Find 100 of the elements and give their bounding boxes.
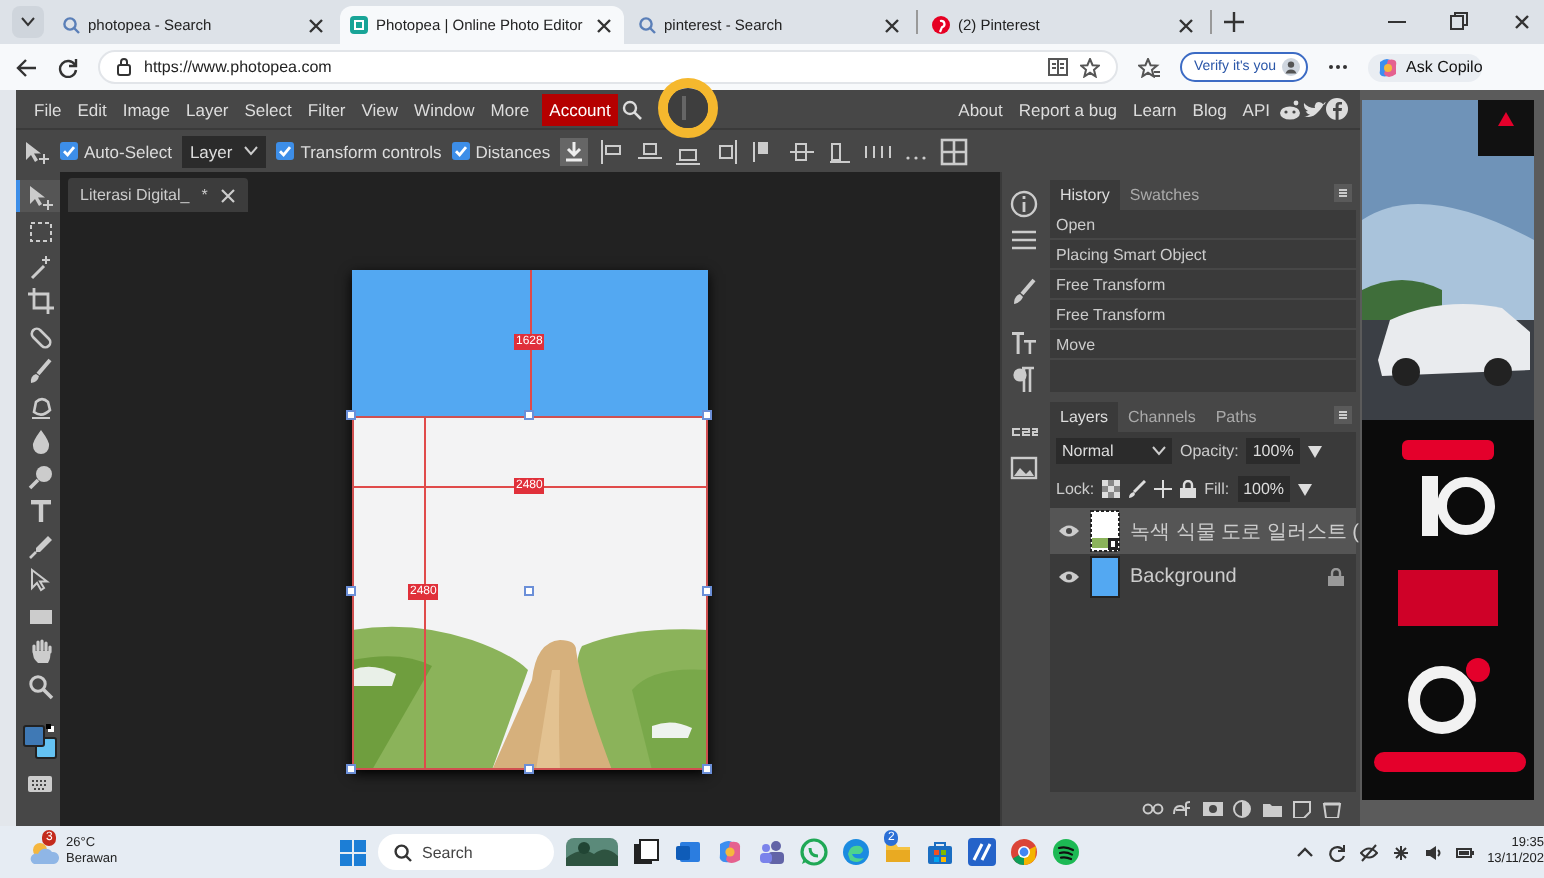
star-icon[interactable]	[1080, 57, 1100, 77]
menu-item[interactable]: Image	[114, 99, 178, 119]
transform-handle[interactable]	[346, 409, 356, 419]
close-icon[interactable]	[1176, 15, 1196, 35]
color-swatches-icon[interactable]	[22, 723, 58, 759]
transform-handle[interactable]	[524, 763, 534, 773]
chat-bubble-icon[interactable]	[800, 838, 828, 866]
new-tab-icon[interactable]	[1224, 12, 1244, 32]
info-icon[interactable]	[1009, 190, 1037, 218]
lock-pixels-icon[interactable]	[1102, 480, 1121, 498]
checkbox[interactable]	[276, 142, 295, 160]
reader-icon[interactable]	[1048, 58, 1068, 76]
folder-icon[interactable]	[1262, 800, 1284, 818]
menu-link[interactable]: Learn	[1125, 99, 1185, 119]
trash-icon[interactable]	[1322, 800, 1344, 818]
history-item[interactable]: Move	[1050, 330, 1356, 360]
panel-tab[interactable]: Swatches	[1119, 180, 1210, 210]
menu-item[interactable]: More	[482, 99, 538, 119]
transform-handle[interactable]	[524, 585, 534, 595]
favorites-icon[interactable]	[1138, 57, 1160, 77]
transform-handle[interactable]	[702, 585, 712, 595]
effects-icon[interactable]	[1172, 800, 1194, 818]
transform-handle[interactable]	[702, 409, 712, 419]
speaker-icon[interactable]	[1423, 843, 1442, 861]
lock-icon[interactable]	[1180, 480, 1197, 498]
chevron-up-icon[interactable]	[1295, 843, 1314, 861]
brush-icon[interactable]	[1128, 480, 1147, 498]
distribute-icon[interactable]	[826, 137, 855, 165]
slash-app-icon[interactable]	[968, 838, 996, 866]
eye-icon[interactable]	[1058, 524, 1080, 538]
panel-menu-icon[interactable]	[1334, 184, 1352, 202]
sync-icon[interactable]	[1327, 843, 1346, 861]
align-icon[interactable]	[636, 137, 665, 165]
document-tab[interactable]: Literasi Digital_ *	[68, 178, 248, 212]
eye-off-icon[interactable]	[1359, 843, 1378, 861]
panel-tab[interactable]: Channels	[1118, 402, 1206, 432]
dropdown-icon[interactable]	[1298, 483, 1313, 495]
menu-item[interactable]: Edit	[69, 99, 115, 119]
grid-icon[interactable]	[940, 137, 969, 165]
keyboard-icon[interactable]	[28, 776, 52, 792]
browser-icon[interactable]	[842, 838, 870, 866]
transform-handle[interactable]	[346, 763, 356, 773]
character-icon[interactable]	[1009, 330, 1037, 358]
battery-icon[interactable]	[1455, 843, 1474, 861]
reload-icon[interactable]	[58, 57, 78, 77]
layer-row[interactable]: 녹색 식물 도로 일러스트 (	[1050, 508, 1356, 554]
bird-icon[interactable]	[1302, 99, 1326, 119]
cloud-icon[interactable]	[28, 840, 60, 864]
checkbox[interactable]	[60, 142, 78, 160]
history-item[interactable]: Open	[1050, 210, 1356, 240]
taskbar-search-field[interactable]: Search	[378, 834, 554, 870]
robot-icon[interactable]	[1278, 99, 1302, 119]
menu-item[interactable]: View	[353, 99, 407, 119]
layer-row[interactable]: Background	[1050, 554, 1356, 600]
music-app-icon[interactable]	[1052, 838, 1080, 866]
menu-item[interactable]: Filter	[299, 99, 354, 119]
mail-app-icon[interactable]	[674, 838, 702, 866]
tab-list-button[interactable]	[12, 6, 44, 38]
align-icon[interactable]	[598, 137, 627, 165]
address-field[interactable]: https://www.photopea.com	[98, 50, 1118, 84]
layer-dropdown[interactable]: Layer	[181, 135, 267, 167]
account-button[interactable]: Account	[541, 93, 619, 125]
start-icon[interactable]	[340, 839, 366, 865]
mask-icon[interactable]	[1202, 800, 1224, 818]
store-icon[interactable]	[926, 838, 954, 866]
eye-icon[interactable]	[1058, 570, 1080, 584]
menu-item[interactable]: Layer	[177, 99, 237, 119]
copilot-icon[interactable]	[716, 838, 744, 866]
new-layer-icon[interactable]	[1292, 800, 1314, 818]
link-icon[interactable]	[1142, 800, 1164, 818]
checkbox[interactable]	[451, 142, 470, 160]
people-icon[interactable]	[758, 838, 786, 866]
distribute-icon[interactable]	[788, 137, 817, 165]
transform-handle[interactable]	[346, 585, 356, 595]
panel-tab[interactable]: Paths	[1205, 402, 1267, 432]
search-icon[interactable]	[622, 99, 643, 119]
menu-item[interactable]: Select	[236, 99, 300, 119]
panel-tab[interactable]: History	[1050, 180, 1120, 210]
image-icon[interactable]	[1009, 454, 1037, 482]
panel-tab[interactable]: Layers	[1050, 402, 1119, 432]
menu-item[interactable]: Window	[406, 99, 483, 119]
menu-item[interactable]: File	[26, 99, 70, 119]
task-view-icon[interactable]	[632, 838, 660, 866]
close-icon[interactable]	[306, 15, 326, 35]
transform-handle[interactable]	[702, 763, 712, 773]
menu-link[interactable]: About	[950, 99, 1011, 119]
round-logo-icon[interactable]	[1326, 98, 1348, 120]
menu-link[interactable]: API	[1234, 99, 1278, 119]
blend-mode-dropdown[interactable]: Normal	[1056, 438, 1172, 464]
brush-icon[interactable]	[1009, 278, 1037, 306]
landscape-icon[interactable]	[566, 838, 618, 866]
move-icon[interactable]	[1154, 480, 1173, 498]
history-item[interactable]: Free Transform	[1050, 270, 1356, 300]
close-icon[interactable]	[1512, 12, 1532, 32]
chrome-icon[interactable]	[1010, 838, 1038, 866]
dropdown-icon[interactable]	[1307, 445, 1322, 457]
close-icon[interactable]	[594, 15, 614, 35]
back-icon[interactable]	[16, 57, 38, 77]
history-item[interactable]: Placing Smart Object	[1050, 240, 1356, 270]
restore-icon[interactable]	[1450, 12, 1468, 30]
